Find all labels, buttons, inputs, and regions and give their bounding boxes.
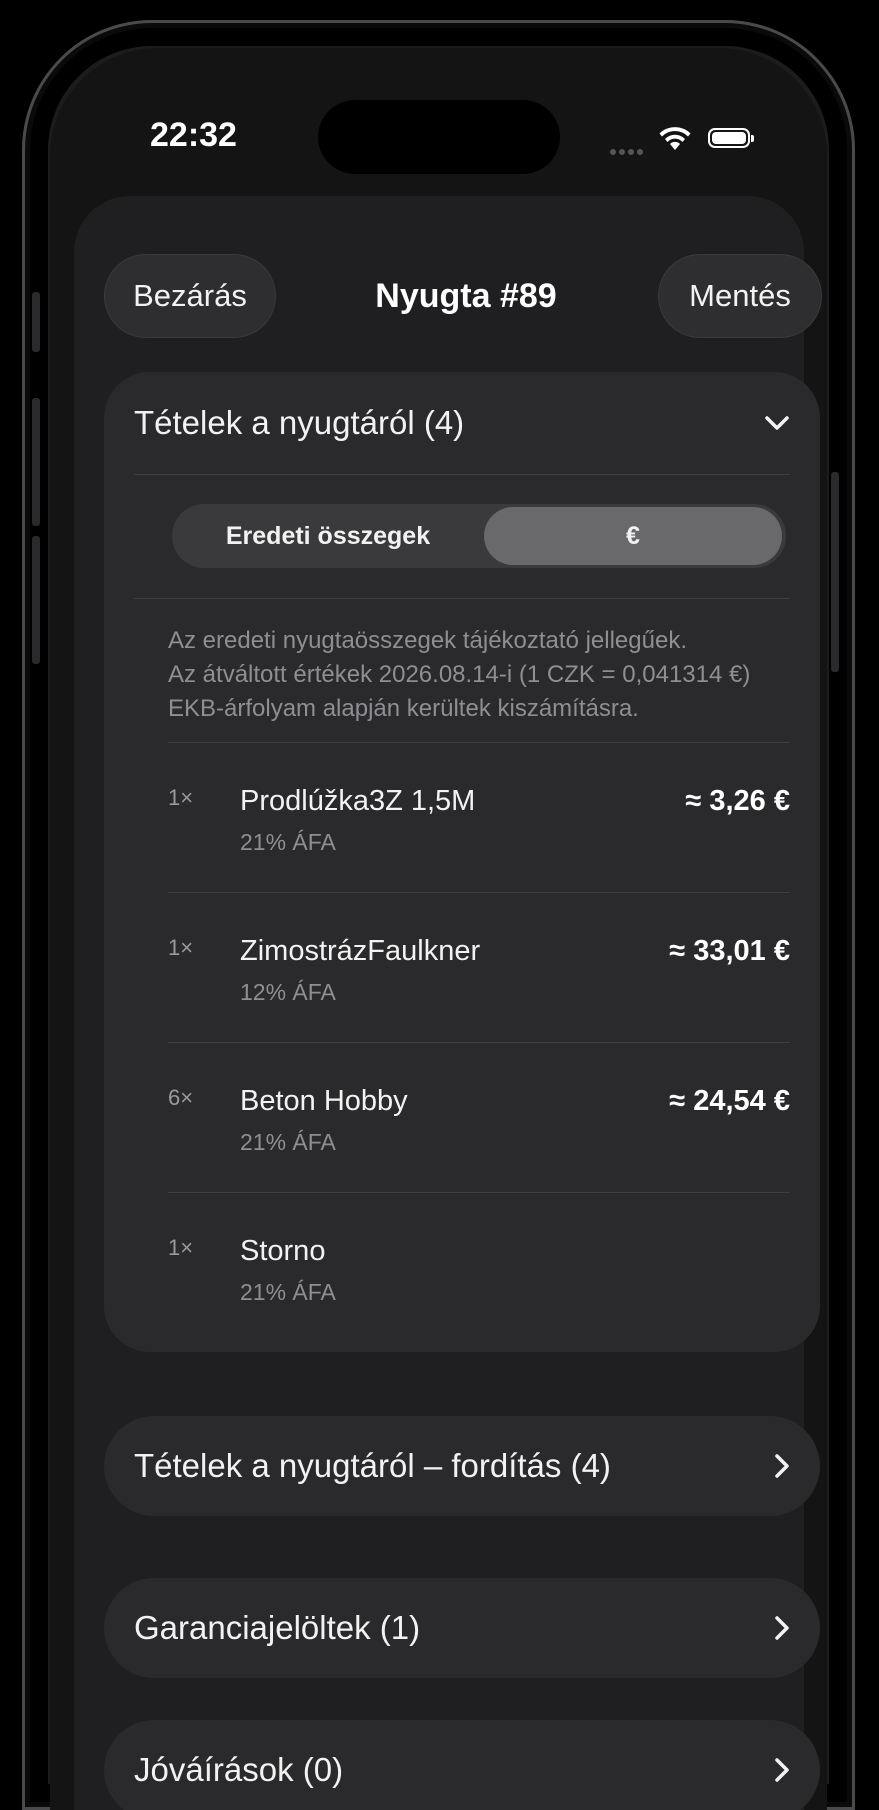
- segment-original-amounts[interactable]: Eredeti összegek: [176, 507, 480, 565]
- battery-icon: [708, 128, 754, 148]
- items-card: Tételek a nyugtáról (4) Eredeti összegek…: [104, 372, 820, 1352]
- volume-down-button: [32, 536, 40, 664]
- info-line: Az átváltott értékek 2026.08.14-i (1 CZK…: [168, 661, 751, 688]
- chevron-right-icon: [774, 1615, 790, 1641]
- item-price: ≈ 3,26 €: [685, 785, 790, 817]
- divider: [134, 598, 790, 599]
- chevron-right-icon: [774, 1453, 790, 1479]
- status-bar: 22:32: [50, 48, 827, 174]
- close-button[interactable]: Bezárás: [104, 254, 276, 338]
- dynamic-island: [318, 100, 560, 174]
- segment-euro[interactable]: €: [484, 507, 782, 565]
- status-time: 22:32: [150, 116, 237, 154]
- list-item[interactable]: 1× ZimostrázFaulkner 12% ÁFA ≈ 33,01 €: [168, 892, 790, 1043]
- info-line: EKB-árfolyam alapján kerültek kiszámítás…: [168, 695, 639, 722]
- item-vat: 21% ÁFA: [240, 1129, 336, 1155]
- items-section-title: Tételek a nyugtáról (4): [134, 404, 465, 441]
- item-name: Prodlúžka3Z 1,5M: [240, 785, 476, 817]
- item-name: Storno: [240, 1235, 326, 1267]
- signal-dots-icon: [610, 142, 650, 155]
- item-quantity: 1×: [168, 935, 194, 960]
- volume-up-button: [32, 398, 40, 526]
- mute-switch: [32, 292, 40, 352]
- nav-row-label: Garanciajelöltek (1): [134, 1609, 421, 1646]
- items-section-header[interactable]: Tételek a nyugtáról (4): [134, 372, 790, 475]
- receipt-sheet: Bezárás Nyugta #89 Mentés Tételek a nyug…: [74, 196, 822, 1810]
- phone-frame: 22:32 Bezárás Nyugta #89 Mentés Tételek …: [22, 20, 855, 1810]
- item-quantity: 1×: [168, 785, 194, 810]
- nav-row-label: Jóváírások (0): [134, 1751, 344, 1788]
- save-button[interactable]: Mentés: [658, 254, 822, 338]
- info-line: Az eredeti nyugtaösszegek tájékoztató je…: [168, 627, 687, 654]
- exchange-rate-info: Az eredeti nyugtaösszegek tájékoztató je…: [168, 624, 790, 726]
- list-item[interactable]: 1× Prodlúžka3Z 1,5M 21% ÁFA ≈ 3,26 €: [168, 742, 790, 893]
- screen: 22:32 Bezárás Nyugta #89 Mentés Tételek …: [50, 48, 827, 1810]
- item-quantity: 6×: [168, 1085, 194, 1110]
- list-item[interactable]: 6× Beton Hobby 21% ÁFA ≈ 24,54 €: [168, 1042, 790, 1193]
- item-vat: 21% ÁFA: [240, 1279, 336, 1305]
- item-vat: 21% ÁFA: [240, 829, 336, 855]
- power-button: [831, 472, 839, 672]
- list-item[interactable]: 1× Storno 21% ÁFA: [168, 1192, 790, 1343]
- item-vat: 12% ÁFA: [240, 979, 336, 1005]
- item-price: ≈ 24,54 €: [669, 1085, 790, 1117]
- wifi-icon: [658, 126, 692, 152]
- currency-segmented-control: Eredeti összegek €: [172, 504, 786, 568]
- item-name: ZimostrázFaulkner: [240, 935, 481, 967]
- nav-row-credits[interactable]: Jóváírások (0): [104, 1720, 820, 1810]
- chevron-right-icon: [774, 1757, 790, 1783]
- nav-row-label: Tételek a nyugtáról – fordítás (4): [134, 1447, 611, 1484]
- chevron-down-icon[interactable]: [764, 415, 790, 431]
- nav-row-warranty[interactable]: Garanciajelöltek (1): [104, 1578, 820, 1678]
- page-title: Nyugta #89: [375, 276, 557, 315]
- item-price: ≈ 33,01 €: [669, 935, 790, 967]
- item-quantity: 1×: [168, 1235, 194, 1260]
- item-name: Beton Hobby: [240, 1085, 408, 1117]
- nav-row-translation[interactable]: Tételek a nyugtáról – fordítás (4): [104, 1416, 820, 1516]
